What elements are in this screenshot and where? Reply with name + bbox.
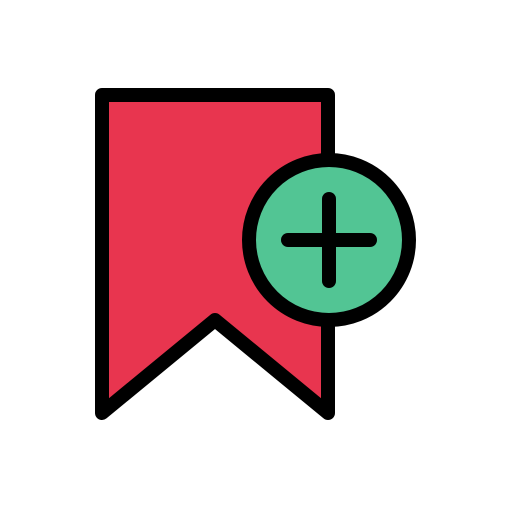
bookmark-add-icon bbox=[95, 88, 416, 420]
icon-canvas bbox=[0, 0, 512, 512]
